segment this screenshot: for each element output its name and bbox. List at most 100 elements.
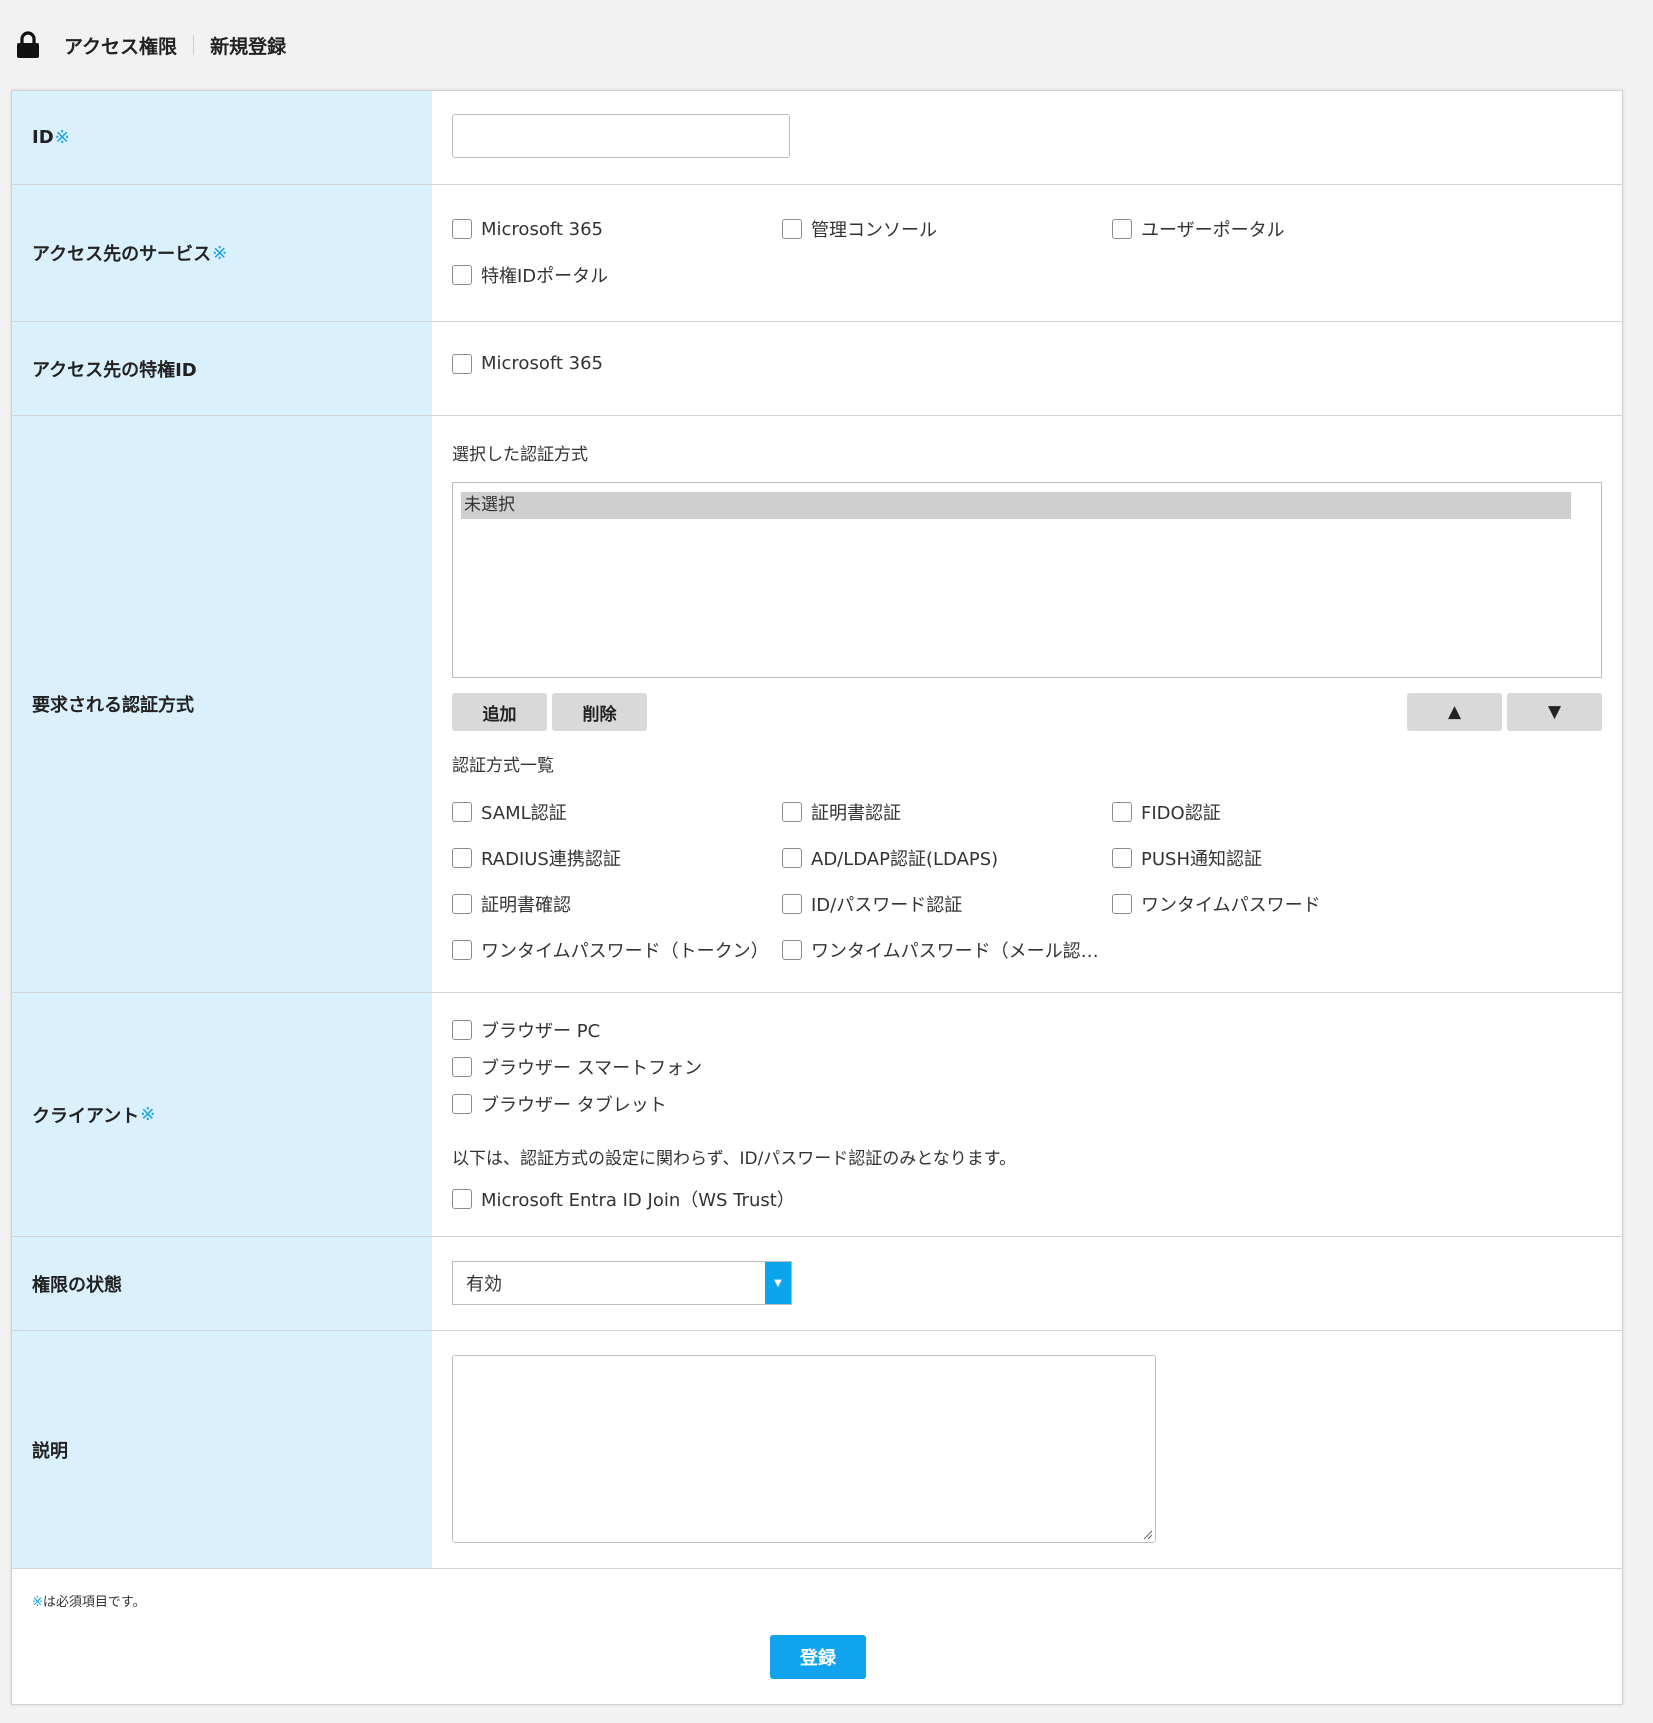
privileged-id-checkbox-microsoft365[interactable]: Microsoft 365 bbox=[452, 353, 1602, 374]
row-label-services: アクセス先のサービス ※ bbox=[12, 185, 432, 321]
checkbox-label: SAML認証 bbox=[481, 803, 567, 824]
required-mark: ※ bbox=[54, 127, 70, 148]
checkbox-icon bbox=[452, 802, 472, 822]
row-content-auth-methods: 選択した認証方式 未選択 追加 削除 ▲ ▼ 認証方式一覧 SAML認証 証明書… bbox=[432, 416, 1622, 992]
breadcrumb-section: アクセス権限 bbox=[64, 35, 178, 58]
label-text: 権限の状態 bbox=[32, 1274, 122, 1296]
checkbox-icon bbox=[1112, 219, 1132, 239]
row-services: アクセス先のサービス ※ Microsoft 365 管理コンソール ユーザーポー… bbox=[12, 185, 1622, 322]
auth-checkbox-ad-ldap[interactable]: AD/LDAP認証(LDAPS) bbox=[782, 845, 1112, 871]
client-checkbox-browser-pc[interactable]: ブラウザー PC bbox=[452, 1017, 1602, 1043]
client-checkbox-entra-id-join[interactable]: Microsoft Entra ID Join（WS Trust） bbox=[452, 1186, 1602, 1212]
checkbox-label: RADIUS連携認証 bbox=[481, 849, 621, 870]
list-item[interactable]: 未選択 bbox=[461, 492, 1571, 519]
required-footnote: ※は必須項目です。 bbox=[32, 1591, 146, 1610]
checkbox-icon bbox=[782, 219, 802, 239]
id-input[interactable] bbox=[452, 114, 790, 158]
page-title: 新規登録 bbox=[210, 35, 287, 58]
register-button[interactable]: 登録 bbox=[770, 1635, 866, 1679]
row-auth-methods: 要求される認証方式 選択した認証方式 未選択 追加 削除 ▲ ▼ 認証方式一覧 … bbox=[12, 416, 1622, 993]
status-select-value: 有効 bbox=[466, 1274, 502, 1295]
checkbox-label: ワンタイムパスワード（トークン） bbox=[481, 941, 769, 962]
checkbox-label: 管理コンソール bbox=[811, 220, 937, 241]
auth-checkbox-saml[interactable]: SAML認証 bbox=[452, 799, 782, 825]
row-label-privileged-id: アクセス先の特権ID bbox=[12, 322, 432, 415]
status-select[interactable]: 有効 ▼ bbox=[452, 1261, 792, 1305]
client-note: 以下は、認証方式の設定に関わらず、ID/パスワード認証のみとなります。 bbox=[452, 1149, 1017, 1169]
service-checkbox-privileged-id-portal[interactable]: 特権IDポータル bbox=[452, 262, 782, 288]
row-privileged-id: アクセス先の特権ID Microsoft 365 bbox=[12, 322, 1622, 416]
footnote-text: は必須項目です。 bbox=[42, 1595, 146, 1610]
label-text: クライアント bbox=[32, 1105, 140, 1127]
checkbox-icon bbox=[452, 219, 472, 239]
service-checkbox-admin-console[interactable]: 管理コンソール bbox=[782, 216, 1112, 242]
auth-checkbox-radius[interactable]: RADIUS連携認証 bbox=[452, 845, 782, 871]
checkbox-label: Microsoft 365 bbox=[481, 218, 603, 240]
checkbox-icon bbox=[452, 353, 472, 374]
checkbox-label: ブラウザー スマートフォン bbox=[481, 1058, 703, 1079]
checkbox-icon bbox=[452, 1094, 472, 1114]
row-label-client: クライアント ※ bbox=[12, 993, 432, 1236]
checkbox-icon bbox=[782, 848, 802, 868]
checkbox-label: ID/パスワード認証 bbox=[811, 895, 963, 916]
row-label-description: 説明 bbox=[12, 1331, 432, 1568]
required-mark: ※ bbox=[140, 1104, 156, 1125]
breadcrumb-divider bbox=[193, 35, 195, 55]
service-checkbox-user-portal[interactable]: ユーザーポータル bbox=[1112, 216, 1442, 242]
row-content-services: Microsoft 365 管理コンソール ユーザーポータル 特権IDポータル bbox=[432, 185, 1622, 321]
auth-checkbox-cert-check[interactable]: 証明書確認 bbox=[452, 891, 782, 917]
auth-checkbox-id-password[interactable]: ID/パスワード認証 bbox=[782, 891, 1112, 917]
row-content-status: 有効 ▼ bbox=[432, 1237, 1622, 1330]
label-text: アクセス先のサービス bbox=[32, 244, 212, 265]
checkbox-icon bbox=[1112, 802, 1132, 822]
resize-grip-icon[interactable] bbox=[1141, 1528, 1153, 1540]
auth-checkbox-otp-token[interactable]: ワンタイムパスワード（トークン） bbox=[452, 937, 782, 963]
auth-checkbox-otp[interactable]: ワンタイムパスワード bbox=[1112, 891, 1442, 917]
row-content-description bbox=[432, 1331, 1622, 1568]
row-content-id bbox=[432, 91, 1622, 184]
label-text: 説明 bbox=[32, 1440, 68, 1462]
label-text: 要求される認証方式 bbox=[32, 695, 194, 716]
checkbox-icon bbox=[452, 1020, 472, 1040]
checkbox-label: ワンタイムパスワード bbox=[1141, 895, 1321, 916]
row-label-status: 権限の状態 bbox=[12, 1237, 432, 1330]
client-checkbox-browser-smartphone[interactable]: ブラウザー スマートフォン bbox=[452, 1054, 1602, 1080]
move-down-button[interactable]: ▼ bbox=[1507, 693, 1602, 731]
auth-checkbox-otp-mail[interactable]: ワンタイムパスワード（メール認… bbox=[782, 937, 1112, 963]
checkbox-icon bbox=[1112, 848, 1132, 868]
row-content-client: ブラウザー PC ブラウザー スマートフォン ブラウザー タブレット 以下は、認… bbox=[432, 993, 1622, 1236]
move-up-button[interactable]: ▲ bbox=[1407, 693, 1502, 731]
selected-auth-listbox[interactable]: 未選択 bbox=[452, 482, 1602, 678]
row-id: ID ※ bbox=[12, 91, 1622, 185]
auth-list-heading: 認証方式一覧 bbox=[452, 756, 554, 776]
chevron-down-icon[interactable]: ▼ bbox=[765, 1262, 791, 1304]
checkbox-label: 特権IDポータル bbox=[481, 266, 609, 287]
description-textarea[interactable] bbox=[452, 1355, 1156, 1543]
checkbox-label: Microsoft Entra ID Join（WS Trust） bbox=[481, 1190, 795, 1211]
checkbox-label: ワンタイムパスワード（メール認… bbox=[811, 941, 1099, 962]
checkbox-label: ユーザーポータル bbox=[1141, 220, 1285, 241]
checkbox-label: 証明書確認 bbox=[481, 895, 571, 916]
auth-checkbox-push[interactable]: PUSH通知認証 bbox=[1112, 845, 1442, 871]
service-checkbox-microsoft365[interactable]: Microsoft 365 bbox=[452, 216, 782, 242]
page-header: アクセス権限 新規登録 bbox=[0, 0, 1653, 90]
label-text: ID bbox=[32, 127, 54, 148]
checkbox-label: FIDO認証 bbox=[1141, 803, 1221, 824]
checkbox-label: PUSH通知認証 bbox=[1141, 849, 1262, 870]
row-content-privileged-id: Microsoft 365 bbox=[432, 322, 1622, 415]
form-footer: ※は必須項目です。 登録 bbox=[12, 1569, 1622, 1704]
checkbox-icon bbox=[452, 848, 472, 868]
required-mark: ※ bbox=[32, 1595, 43, 1610]
client-checkbox-browser-tablet[interactable]: ブラウザー タブレット bbox=[452, 1091, 1602, 1117]
checkbox-icon bbox=[782, 940, 802, 960]
auth-checkbox-certificate[interactable]: 証明書認証 bbox=[782, 799, 1112, 825]
auth-checkbox-fido[interactable]: FIDO認証 bbox=[1112, 799, 1442, 825]
checkbox-icon bbox=[452, 940, 472, 960]
checkbox-label: Microsoft 365 bbox=[481, 353, 603, 374]
delete-button[interactable]: 削除 bbox=[552, 693, 647, 731]
checkbox-icon bbox=[1112, 894, 1132, 914]
required-mark: ※ bbox=[212, 242, 228, 264]
checkbox-label: AD/LDAP認証(LDAPS) bbox=[811, 849, 999, 870]
checkbox-icon bbox=[782, 802, 802, 822]
add-button[interactable]: 追加 bbox=[452, 693, 547, 731]
